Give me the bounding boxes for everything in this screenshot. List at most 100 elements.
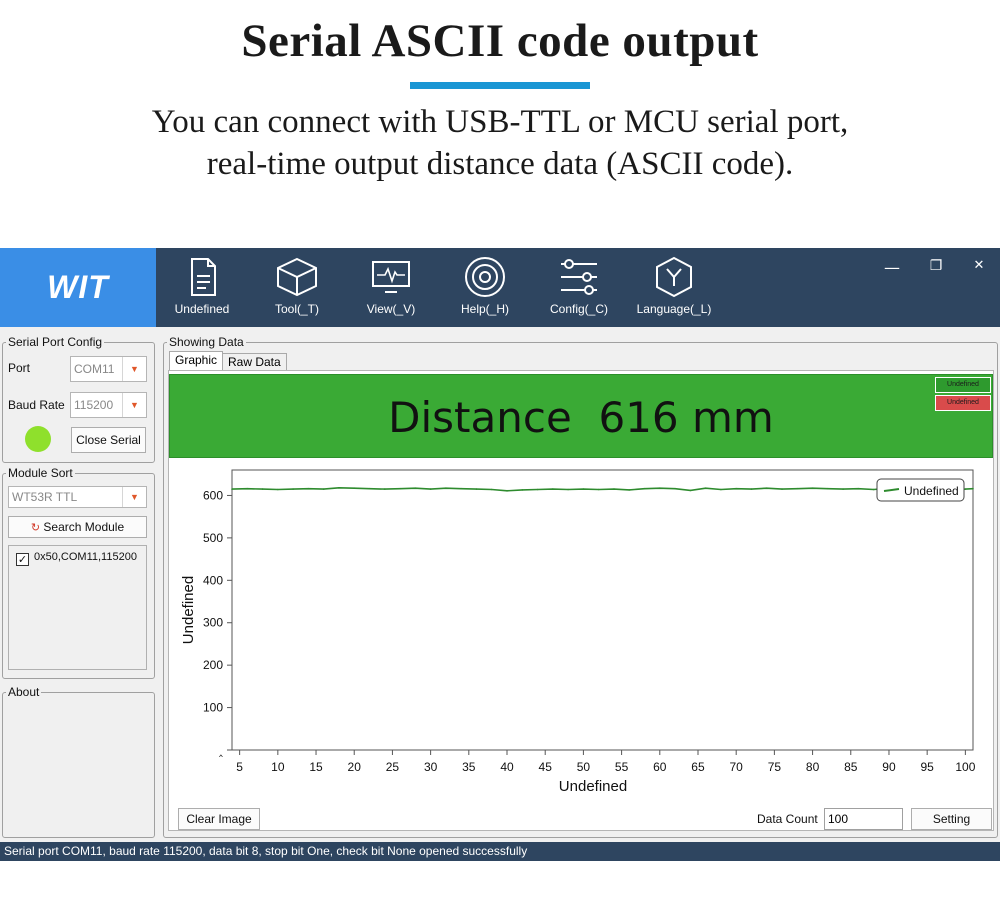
- x-tick-label: 40: [500, 760, 514, 774]
- legend-chip-red: Undefined: [935, 395, 991, 411]
- y-tick-label: ‸: [219, 743, 223, 757]
- search-module-label: Search Module: [43, 520, 125, 534]
- distance-readout: Distance 616 mm: [388, 393, 774, 442]
- data-point: [261, 488, 264, 490]
- clear-image-button[interactable]: Clear Image: [178, 808, 260, 830]
- x-axis-title: Undefined: [559, 778, 627, 795]
- data-point: [384, 488, 386, 490]
- target-icon: [465, 257, 505, 297]
- x-tick-label: 60: [653, 760, 667, 774]
- app-window: WIT Undefined Tool(_T) View(_V) Help(_H)…: [0, 248, 1000, 861]
- x-tick-label: 55: [615, 760, 629, 774]
- toolbar-label: View(_V): [366, 302, 416, 316]
- y-axis-ticks: ‸ 100 200 300 400 500 600: [203, 488, 232, 757]
- setting-button[interactable]: Setting: [911, 808, 992, 830]
- y-tick-label: 600: [203, 488, 223, 502]
- showing-data-legend: Showing Data: [169, 335, 244, 349]
- data-point: [704, 487, 707, 489]
- promo-title: Serial ASCII code output: [241, 15, 759, 67]
- search-module-button[interactable]: ↻ Search Module: [8, 516, 147, 538]
- data-point: [536, 488, 539, 491]
- data-point: [475, 488, 478, 490]
- data-point: [842, 488, 844, 490]
- data-point: [414, 487, 417, 489]
- about-group: About: [2, 685, 155, 838]
- distance-chart: ‸100200300400500600 5 10 15 20 25 30 35 40 45 50 5…: [180, 469, 976, 795]
- x-tick-label: 100: [955, 760, 975, 774]
- data-point: [445, 487, 447, 489]
- data-point: [659, 487, 661, 489]
- toolbar-config-button[interactable]: Config(_C): [539, 254, 619, 324]
- tab-graphic[interactable]: Graphic: [169, 351, 224, 371]
- module-list-item[interactable]: 0x50,COM11,115200: [34, 551, 137, 563]
- title-accent-bar: [410, 82, 590, 89]
- module-type-select[interactable]: WT53R TTL ▼: [8, 486, 147, 508]
- x-tick-label: 45: [539, 760, 553, 774]
- wit-logo: WIT: [0, 248, 156, 327]
- baud-rate-select[interactable]: 115200 ▼: [70, 392, 147, 418]
- chevron-down-icon: ▼: [122, 393, 146, 417]
- legend-chip-green: Undefined: [935, 377, 991, 393]
- module-checkbox[interactable]: ✓: [16, 553, 29, 566]
- data-point: [582, 488, 585, 490]
- x-tick-label: 80: [806, 760, 820, 774]
- x-tick-label: 90: [882, 760, 896, 774]
- sliders-icon: [561, 259, 597, 295]
- maximize-button[interactable]: ❐: [924, 258, 948, 278]
- data-point: [460, 487, 463, 490]
- x-tick-label: 65: [691, 760, 705, 774]
- toolbar-view-button[interactable]: View(_V): [351, 254, 431, 324]
- data-point: [353, 487, 355, 489]
- x-tick-label: 50: [577, 760, 591, 774]
- toolbar-tool-button[interactable]: Tool(_T): [257, 254, 337, 324]
- data-point: [643, 487, 646, 490]
- minimize-button[interactable]: —: [880, 258, 904, 278]
- logo-text: WIT: [47, 269, 109, 305]
- data-point: [628, 489, 630, 491]
- chevron-down-icon: ▼: [122, 487, 146, 507]
- toolbar-help-button[interactable]: Help(_H): [445, 254, 525, 324]
- data-point: [811, 487, 814, 489]
- toolbar-language-button[interactable]: Language(_L): [634, 254, 714, 324]
- cube-icon: [277, 257, 317, 297]
- baud-rate-select-value: 115200: [74, 398, 114, 412]
- data-point: [735, 487, 737, 490]
- port-select[interactable]: COM11 ▼: [70, 356, 147, 382]
- close-serial-button[interactable]: Close Serial: [71, 427, 146, 453]
- toolbar-label: Config(_C): [549, 302, 609, 316]
- data-point: [490, 488, 493, 491]
- data-point: [613, 488, 615, 490]
- data-point: [972, 487, 974, 490]
- toolbar-label: Help(_H): [460, 302, 509, 316]
- data-point: [781, 488, 783, 490]
- data-point: [338, 487, 340, 489]
- data-point: [720, 488, 722, 491]
- x-tick-label: 70: [730, 760, 744, 774]
- toolbar-undefined-button[interactable]: Undefined: [162, 254, 242, 324]
- x-tick-label: 75: [768, 760, 782, 774]
- top-toolbar: WIT Undefined Tool(_T) View(_V) Help(_H)…: [0, 248, 1000, 327]
- data-point: [674, 487, 676, 490]
- module-sort-legend: Module Sort: [8, 466, 73, 480]
- data-point: [750, 488, 753, 490]
- data-point: [292, 488, 294, 490]
- x-axis-ticks: 5 10 15 20 25 30 35 40 45 50 55 60 65 70 75 80 85 90 95 100: [236, 750, 976, 774]
- baud-rate-label: Baud Rate: [8, 398, 65, 412]
- data-point: [231, 488, 233, 490]
- y-tick-label: 400: [203, 573, 223, 587]
- data-count-label: Data Count: [757, 812, 818, 826]
- promo-subtitle-line1: You can connect with USB-TTL or MCU seri…: [151, 104, 849, 140]
- x-tick-label: 15: [309, 760, 323, 774]
- chevron-down-icon: ▼: [122, 357, 146, 381]
- close-window-button[interactable]: ✕: [967, 258, 991, 278]
- tab-raw-data[interactable]: Raw Data: [222, 353, 287, 371]
- data-point: [597, 488, 600, 491]
- x-tick-label: 95: [920, 760, 934, 774]
- data-point: [368, 487, 371, 490]
- module-type-select-value: WT53R TTL: [12, 490, 78, 504]
- data-count-input[interactable]: [824, 808, 903, 830]
- y-tick-label: 200: [203, 658, 223, 672]
- data-point: [429, 488, 432, 490]
- toolbar-label: Tool(_T): [274, 302, 319, 316]
- data-point: [506, 490, 508, 492]
